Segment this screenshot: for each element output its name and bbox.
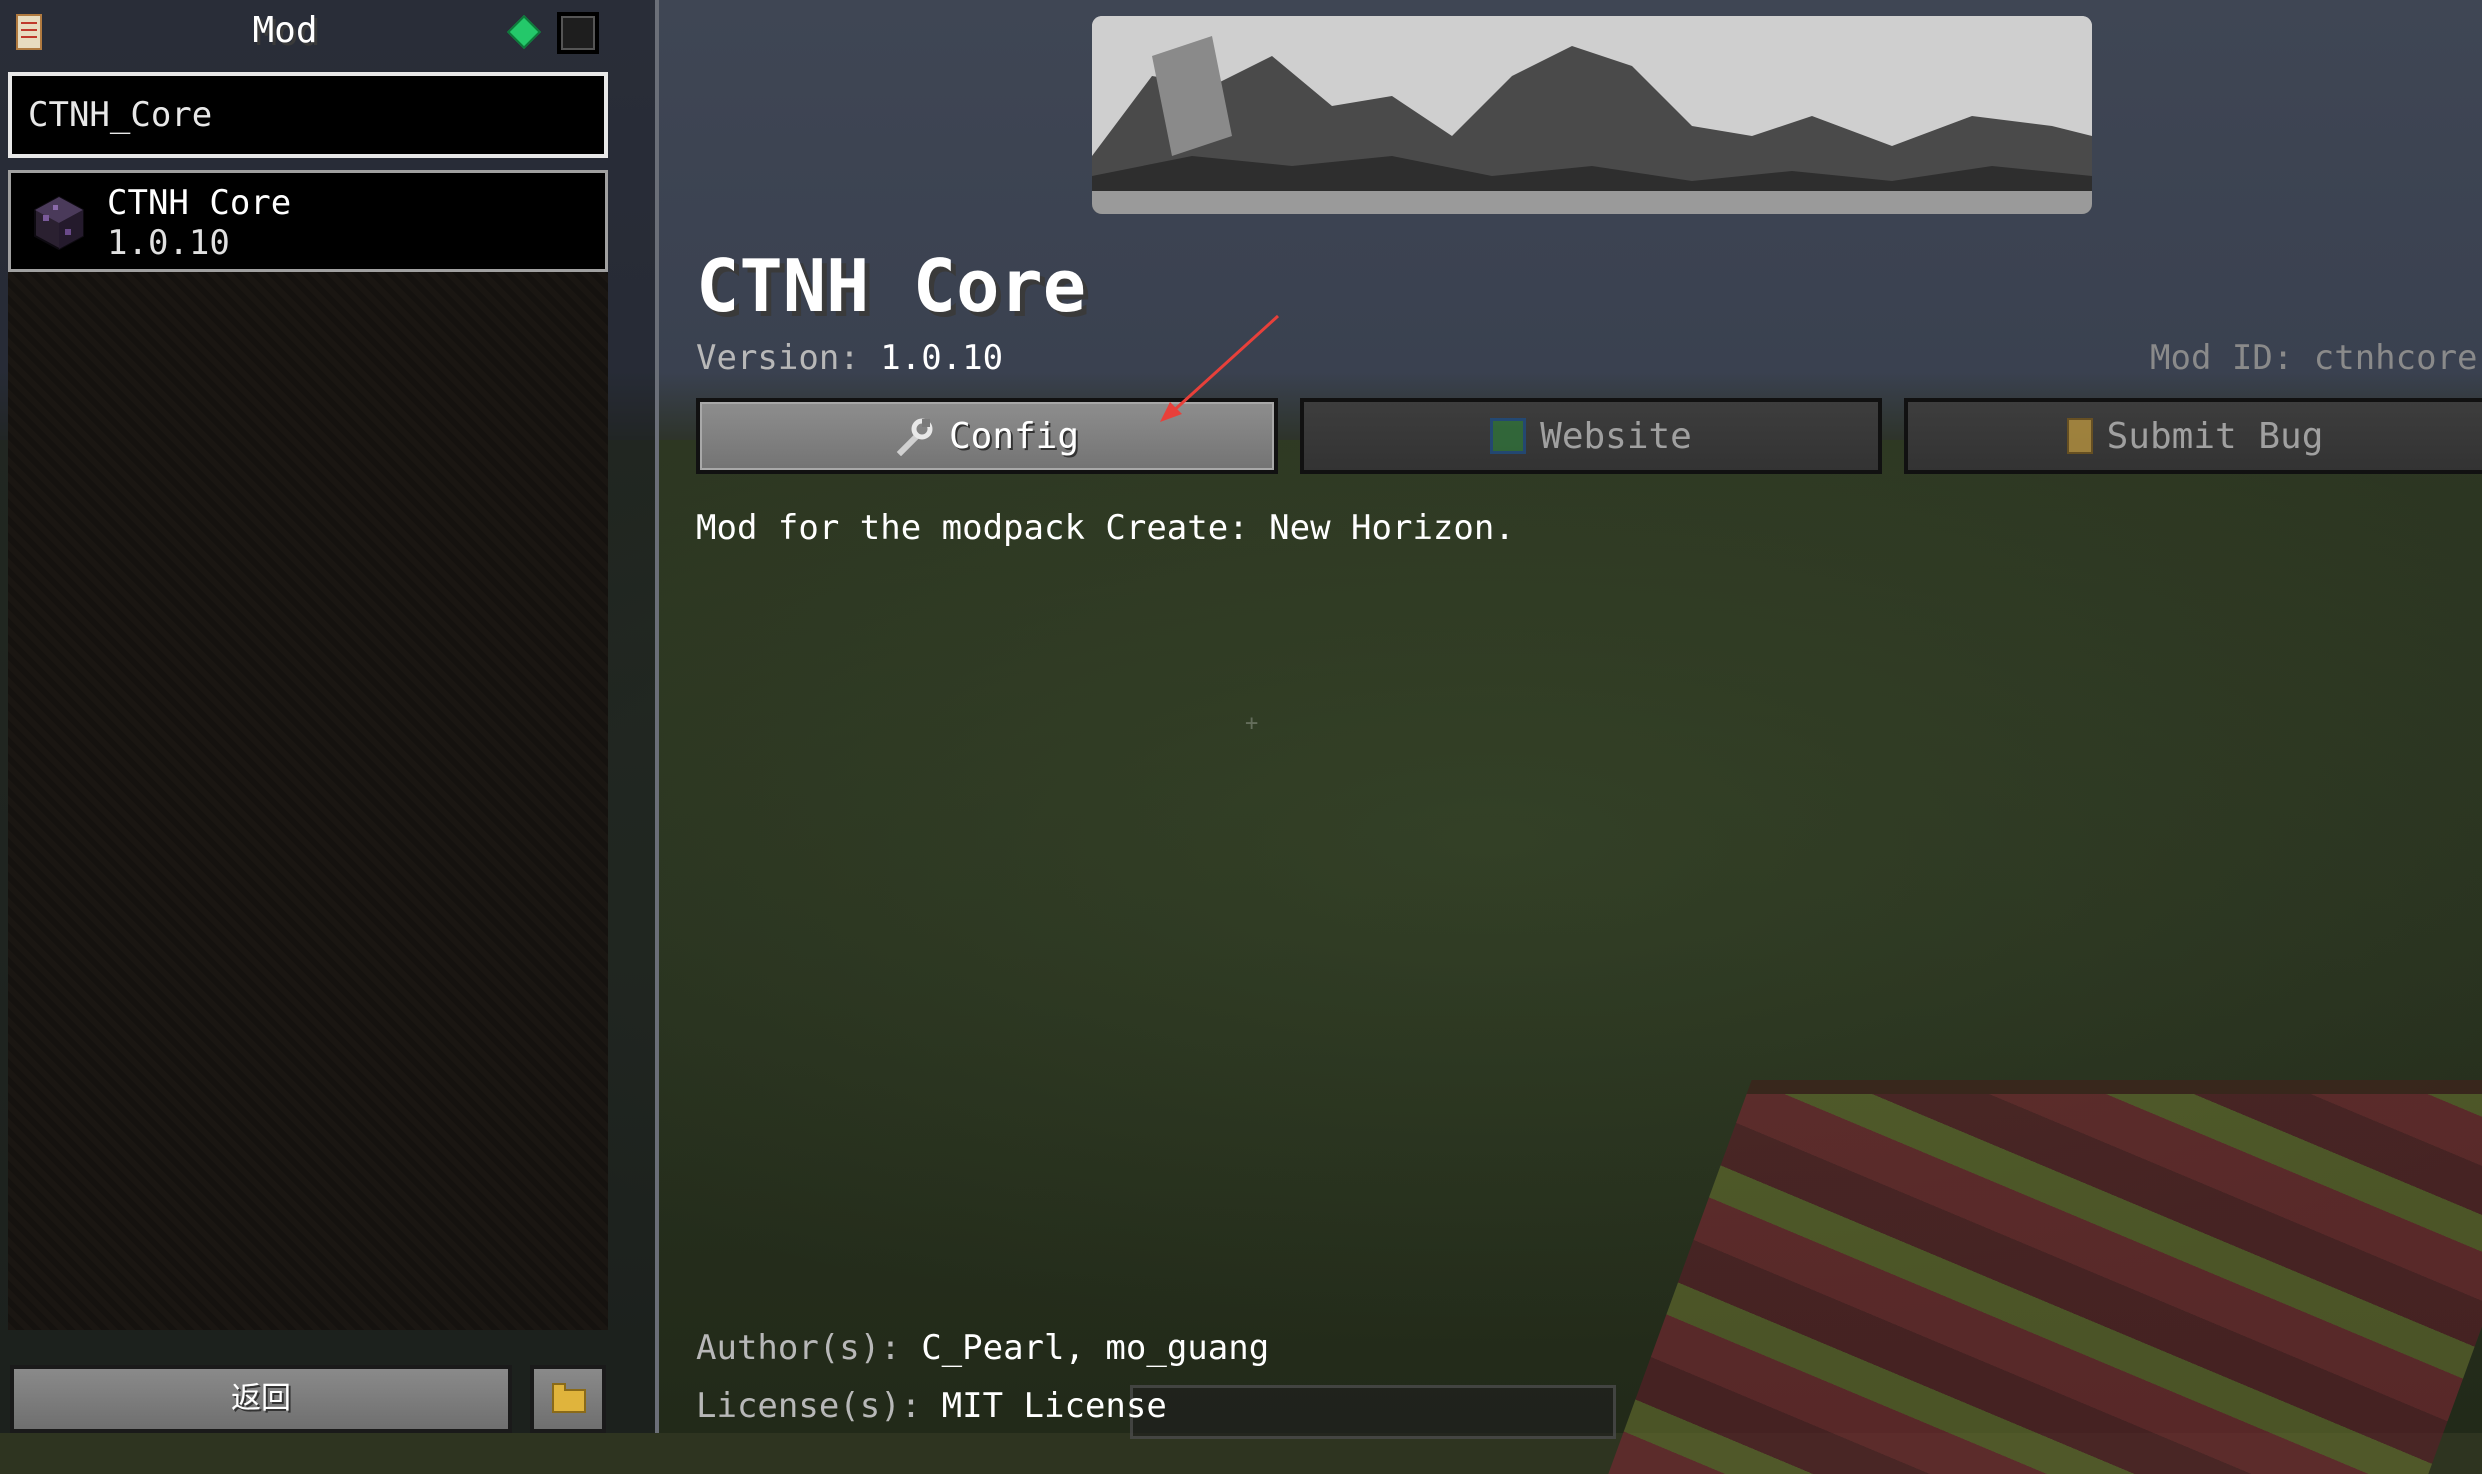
version-label: Version: — [696, 338, 860, 378]
back-button[interactable]: 返回 — [10, 1365, 512, 1433]
mod-cube-icon — [34, 195, 84, 251]
mod-list-header: Mod — [0, 0, 655, 66]
website-button-label: Website — [1540, 415, 1692, 457]
mod-version-line: Version: 1.0.10 — [696, 338, 1003, 378]
authors-label: Author(s): — [696, 1328, 901, 1368]
hotbar — [1130, 1385, 1616, 1439]
globe-icon — [1490, 418, 1527, 454]
authors-value: C_Pearl, mo_guang — [921, 1328, 1270, 1368]
mod-banner-image — [1092, 16, 2092, 214]
mod-item-version: 1.0.10 — [107, 223, 230, 263]
clipboard-icon — [2066, 418, 2093, 454]
wrench-icon — [896, 418, 933, 456]
mod-id: Mod ID: ctnhcore — [2150, 338, 2478, 378]
config-box-icon[interactable] — [557, 12, 599, 54]
annotation-arrow — [1160, 314, 1280, 422]
mod-list[interactable]: CTNH Core 1.0.10 — [8, 170, 608, 1330]
mod-list-item[interactable]: CTNH Core 1.0.10 — [8, 170, 608, 272]
submit-bug-button[interactable]: Submit Bug — [1904, 398, 2482, 474]
mod-description: Mod for the modpack Create: New Horizon. — [696, 508, 1515, 548]
mod-item-name: CTNH Core — [107, 183, 292, 223]
license-label: License(s): — [696, 1386, 922, 1426]
mod-list-panel: Mod CTNH Core 1.0.10 返回 — [0, 0, 659, 1433]
submit-bug-button-label: Submit Bug — [2106, 415, 2324, 457]
background-block — [1608, 1080, 2482, 1474]
open-mods-folder-button[interactable] — [530, 1365, 606, 1433]
banner-landscape — [1092, 16, 2092, 214]
version-value: 1.0.10 — [880, 338, 1004, 378]
mod-search-input[interactable] — [8, 72, 608, 158]
panel-title: Mod — [252, 10, 318, 51]
folder-icon — [552, 1383, 586, 1413]
crosshair-icon: + — [1245, 711, 1259, 736]
mod-authors: Author(s): C_Pearl, mo_guang — [696, 1328, 1269, 1368]
config-button-label: Config — [948, 415, 1080, 457]
website-button[interactable]: Website — [1300, 398, 1882, 474]
mod-license: License(s): MIT License — [696, 1386, 1167, 1426]
mod-title: CTNH Core — [696, 244, 1087, 328]
license-value: MIT License — [941, 1386, 1167, 1426]
